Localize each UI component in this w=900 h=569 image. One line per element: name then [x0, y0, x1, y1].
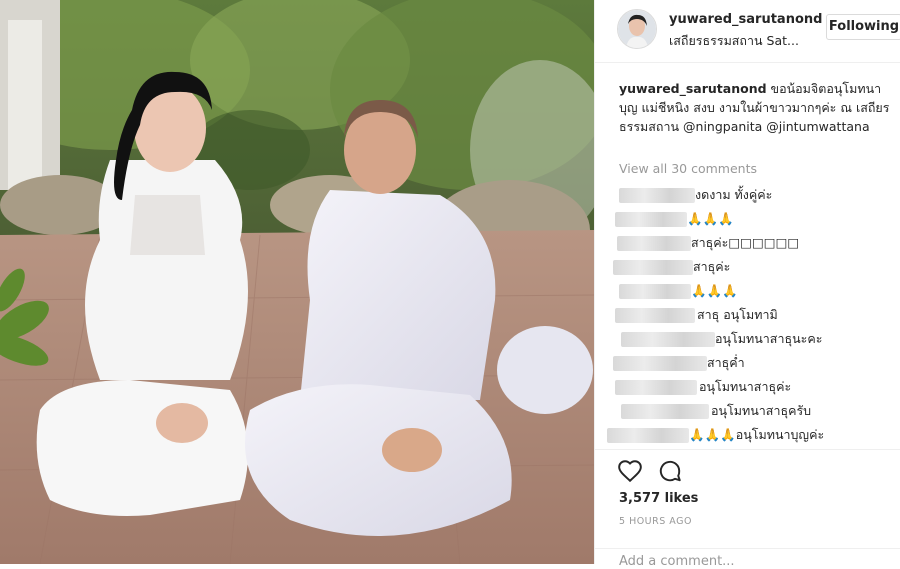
- post-sidebar: yuwared_sarutanond เสถียรธรรมสถาน Sat...…: [594, 0, 900, 569]
- post-actions: 3,577 likes 5 HOURS AGO Add a comment...: [595, 449, 900, 569]
- blurred-username: [621, 332, 715, 347]
- add-comment-placeholder[interactable]: Add a comment...: [619, 554, 735, 569]
- comment-item: อนุโมทนาสาธุนะคะ: [605, 327, 900, 351]
- comment-item: อนุโมทนาสาธุค่ะ: [605, 375, 900, 399]
- heart-icon[interactable]: [617, 458, 643, 484]
- blurred-username: [621, 404, 709, 419]
- post-photo[interactable]: [0, 0, 594, 564]
- comment-bubble-icon[interactable]: [657, 458, 683, 484]
- comment-text: 🙏🙏🙏: [691, 283, 738, 298]
- add-comment-field[interactable]: Add a comment...: [595, 548, 900, 569]
- comment-text: สาธุค่ำ: [707, 355, 745, 370]
- comment-item: สาธุ อนุโมทามิ: [605, 303, 900, 327]
- comment-text: สาธุ อนุโมทามิ: [697, 307, 778, 322]
- comment-item: สาธุค่ำ: [605, 351, 900, 375]
- comment-text: อนุโมทนาสาธุครับ: [711, 403, 812, 418]
- blurred-username: [619, 284, 691, 299]
- avatar[interactable]: [617, 9, 657, 49]
- comment-text: 🙏🙏🙏: [687, 211, 734, 226]
- comment-text: สาธุค่ะ□□□□□□: [691, 235, 800, 250]
- post-header: yuwared_sarutanond เสถียรธรรมสถาน Sat...…: [595, 0, 900, 63]
- blurred-username: [607, 428, 689, 443]
- blurred-username: [615, 380, 697, 395]
- blurred-username: [613, 260, 693, 275]
- comment-text: สาธุค่ะ: [693, 259, 731, 274]
- comments-list: งดงาม ทั้งคู่ค่ะ 🙏🙏🙏 สาธุค่ะ□□□□□□ สาธุค…: [605, 183, 900, 447]
- location-link[interactable]: เสถียรธรรมสถาน Sat...: [669, 31, 809, 51]
- comment-text: อนุโมทนาสาธุค่ะ: [699, 379, 792, 394]
- post-caption: yuwared_sarutanond ขอน้อมจิตอนุโมทนาบุญ …: [619, 79, 897, 136]
- blurred-username: [615, 212, 687, 227]
- blurred-username: [615, 308, 695, 323]
- username-link[interactable]: yuwared_sarutanond: [669, 12, 822, 27]
- likes-count[interactable]: 3,577 likes: [619, 491, 698, 506]
- view-all-comments-link[interactable]: View all 30 comments: [619, 161, 757, 176]
- comment-item: 🙏🙏🙏: [605, 207, 900, 231]
- blurred-username: [613, 356, 707, 371]
- comment-item: งดงาม ทั้งคู่ค่ะ: [605, 183, 900, 207]
- instagram-post: yuwared_sarutanond เสถียรธรรมสถาน Sat...…: [0, 0, 900, 569]
- blurred-username: [619, 188, 695, 203]
- comment-text: อนุโมทนาสาธุนะคะ: [715, 331, 823, 346]
- comment-item: สาธุค่ะ: [605, 255, 900, 279]
- comment-item: อนุโมทนาสาธุครับ: [605, 399, 900, 423]
- comment-text: 🙏🙏🙏อนุโมทนาบุญค่ะ: [689, 427, 825, 442]
- comment-item: สาธุค่ะ□□□□□□: [605, 231, 900, 255]
- following-button[interactable]: Following: [826, 14, 900, 40]
- comment-text: งดงาม ทั้งคู่ค่ะ: [695, 187, 773, 202]
- caption-username[interactable]: yuwared_sarutanond: [619, 81, 767, 96]
- post-timestamp[interactable]: 5 HOURS AGO: [619, 516, 692, 527]
- blurred-username: [617, 236, 691, 251]
- comment-item: 🙏🙏🙏อนุโมทนาบุญค่ะ: [605, 423, 900, 447]
- comment-item: 🙏🙏🙏: [605, 279, 900, 303]
